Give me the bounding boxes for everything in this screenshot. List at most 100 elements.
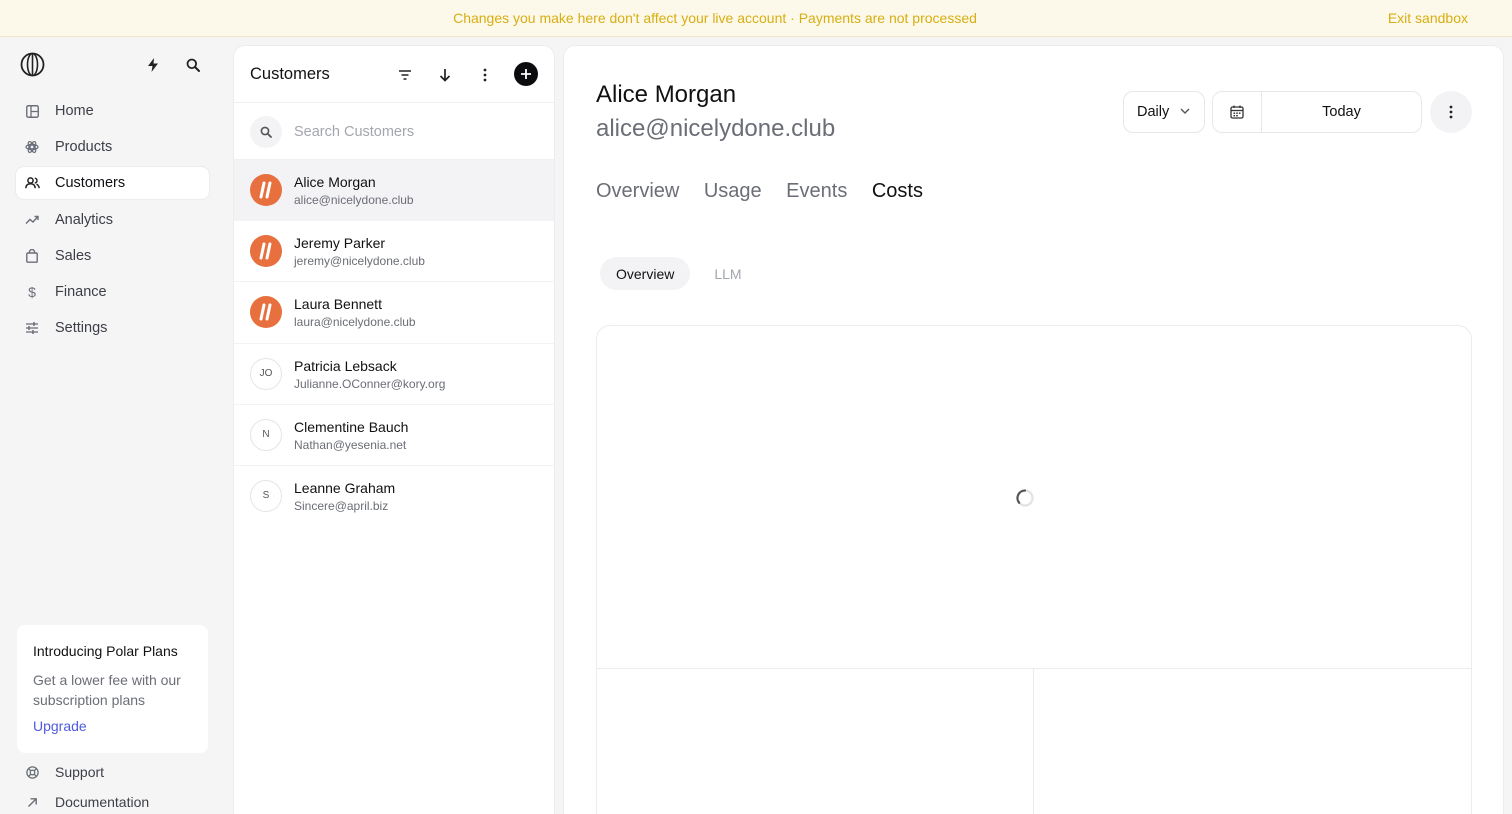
sidebar-item-customers[interactable]: Customers — [16, 167, 209, 200]
customer-detail-name: Alice Morgan — [596, 81, 737, 108]
support-label: Support — [55, 764, 105, 780]
sidebar-item-analytics[interactable]: Analytics — [16, 204, 209, 236]
promo-card: Introducing Polar Plans Get a lower fee … — [17, 625, 208, 753]
customer-email: Nathan@yesenia.net — [294, 437, 407, 452]
tab-overview[interactable]: Overview — [596, 180, 679, 203]
customer-avatar-initials: N — [250, 418, 282, 451]
customer-list: Alice Morgan alice@nicelydone.club Jerem… — [234, 160, 554, 527]
card-column-divider — [1033, 669, 1034, 814]
documentation-link[interactable]: Documentation — [24, 794, 149, 810]
detail-tabs: Overview Usage Events Costs — [596, 180, 947, 203]
sidebar-item-finance[interactable]: $ Finance — [16, 276, 209, 308]
sidebar-item-sales[interactable]: Sales — [16, 240, 209, 272]
customer-email: alice@nicelydone.club — [294, 193, 414, 207]
home-icon — [24, 103, 40, 119]
brand-logo-icon — [259, 242, 272, 260]
sidebar-item-label: Sales — [55, 247, 92, 264]
sandbox-banner: Changes you make here don't affect your … — [0, 0, 1512, 37]
promo-title: Introducing Polar Plans — [33, 643, 178, 659]
interval-select[interactable]: Daily — [1123, 91, 1205, 133]
customer-email: Julianne.OConner@kory.org — [294, 376, 446, 391]
loading-spinner-icon — [1016, 489, 1034, 507]
analytics-icon — [24, 212, 40, 228]
upgrade-link[interactable]: Upgrade — [33, 718, 192, 734]
search-customers-input[interactable] — [294, 120, 534, 144]
promo-text: Get a lower fee with our subscription pl… — [33, 672, 181, 708]
brand-logo-icon — [259, 303, 272, 321]
sandbox-message: Changes you make here don't affect your … — [453, 10, 977, 26]
customers-title: Customers — [250, 65, 330, 83]
filter-icon[interactable] — [395, 65, 415, 85]
customer-avatar-initials: S — [250, 479, 282, 512]
sidebar-item-label: Settings — [55, 320, 108, 337]
customer-row[interactable]: S Leanne Graham Sincere@april.biz — [234, 466, 554, 527]
sidebar-item-label: Products — [55, 139, 113, 156]
add-customer-button[interactable] — [514, 62, 538, 86]
sidebar-nav: Home Products Customers Analytics Sales … — [16, 95, 209, 348]
customer-name: Leanne Graham — [294, 479, 396, 496]
exit-sandbox-link[interactable]: Exit sandbox — [1388, 10, 1468, 26]
customer-name: Alice Morgan — [294, 174, 376, 190]
customer-row[interactable]: JO Patricia Lebsack Julianne.OConner@kor… — [234, 344, 554, 405]
subtab-llm[interactable]: LLM — [698, 257, 757, 290]
costs-subtabs: Overview LLM — [600, 257, 766, 290]
more-vertical-icon[interactable] — [475, 65, 495, 85]
customer-email: Sincere@april.biz — [294, 498, 389, 513]
search-icon — [250, 116, 282, 148]
more-vertical-icon — [1449, 105, 1453, 119]
customer-search — [234, 103, 554, 160]
customer-name: Patricia Lebsack — [294, 357, 397, 374]
sidebar-item-label: Customers — [55, 175, 126, 192]
arrow-up-right-icon — [24, 794, 40, 810]
interval-value: Daily — [1137, 104, 1170, 120]
costs-chart-card — [596, 325, 1472, 814]
documentation-label: Documentation — [55, 794, 150, 810]
card-divider — [597, 668, 1471, 669]
customer-name: Jeremy Parker — [294, 235, 386, 252]
customer-avatar — [250, 235, 282, 268]
products-icon — [24, 139, 40, 155]
settings-icon — [24, 320, 40, 336]
calendar-icon[interactable] — [1213, 92, 1262, 132]
bolt-icon[interactable] — [144, 56, 162, 74]
sidebar-item-settings[interactable]: Settings — [16, 312, 209, 344]
support-link[interactable]: Support — [24, 764, 104, 780]
customer-detail-panel: Alice Morgan alice@nicelydone.club Daily… — [563, 45, 1504, 814]
tab-events[interactable]: Events — [786, 180, 847, 203]
customer-detail-email: alice@nicelydone.club — [596, 115, 836, 142]
search-icon[interactable] — [184, 56, 202, 74]
date-range-picker[interactable]: Today — [1212, 91, 1422, 133]
tab-usage[interactable]: Usage — [704, 180, 762, 203]
customers-header: Customers — [234, 46, 554, 103]
customers-panel: Customers Alice Morgan alice@nicelydone.… — [233, 45, 555, 814]
subtab-overview[interactable]: Overview — [600, 257, 691, 290]
customer-name: Clementine Bauch — [294, 418, 409, 435]
support-icon — [24, 764, 40, 780]
tab-costs[interactable]: Costs — [872, 180, 923, 203]
polar-logo-icon[interactable] — [20, 52, 45, 77]
customer-email: laura@nicelydone.club — [294, 315, 416, 330]
customer-row[interactable]: Alice Morgan alice@nicelydone.club — [234, 160, 554, 222]
customer-row[interactable]: Jeremy Parker jeremy@nicelydone.club — [234, 221, 554, 283]
sidebar-item-products[interactable]: Products — [16, 131, 209, 163]
sort-arrow-down-icon[interactable] — [435, 65, 455, 85]
brand-logo-icon — [259, 181, 272, 199]
customer-name: Laura Bennett — [294, 296, 382, 313]
more-options-button[interactable] — [1430, 91, 1472, 133]
plus-icon — [521, 69, 531, 79]
customer-row[interactable]: N Clementine Bauch Nathan@yesenia.net — [234, 405, 554, 466]
sidebar-item-label: Analytics — [55, 211, 114, 228]
customers-icon — [24, 175, 40, 191]
sidebar-item-label: Finance — [55, 283, 107, 300]
sidebar: Home Products Customers Analytics Sales … — [0, 37, 226, 814]
customer-row[interactable]: Laura Bennett laura@nicelydone.club — [234, 282, 554, 344]
customer-avatar — [250, 296, 282, 329]
customer-email: jeremy@nicelydone.club — [294, 254, 425, 269]
sales-icon — [24, 248, 40, 264]
sidebar-item-label: Home — [55, 103, 94, 119]
finance-icon: $ — [28, 283, 36, 300]
customer-avatar — [250, 174, 282, 206]
customer-avatar-initials: JO — [250, 357, 282, 390]
chevron-down-icon — [1179, 105, 1191, 121]
sidebar-item-home[interactable]: Home — [16, 95, 209, 127]
